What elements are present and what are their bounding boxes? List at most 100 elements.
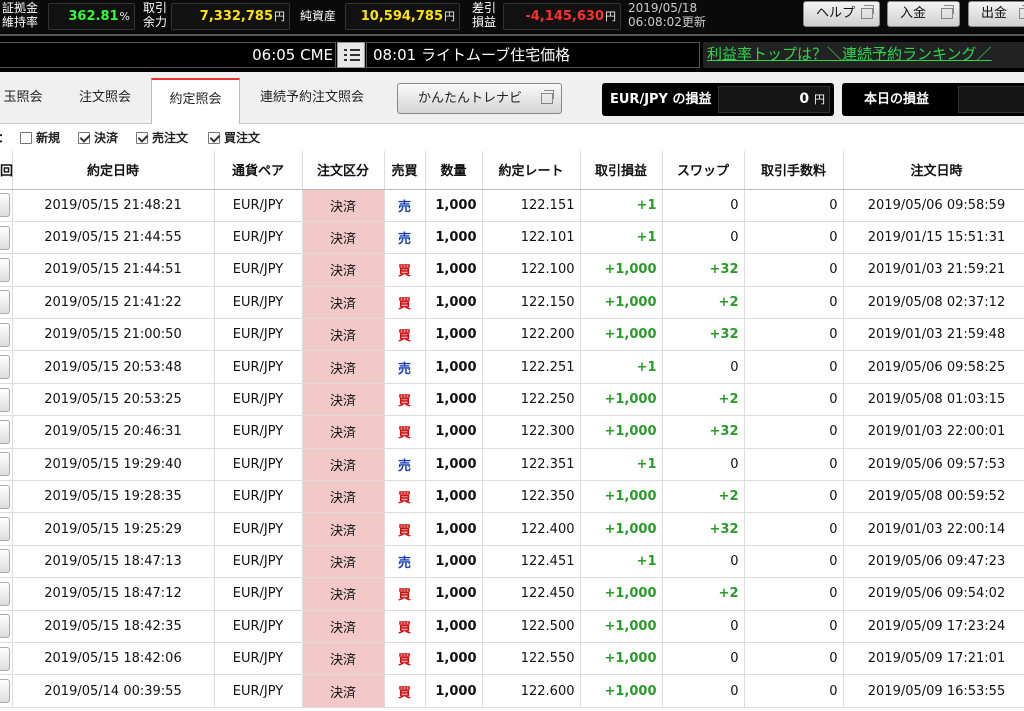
cell-exec-datetime: 2019/05/15 18:47:12 xyxy=(12,577,215,611)
header-order-datetime[interactable]: 注文日時 xyxy=(843,151,1024,190)
row-select-button[interactable] xyxy=(0,614,10,639)
filter-settle[interactable]: 決済 xyxy=(78,131,118,145)
table-row[interactable]: 2019/05/15 18:42:35 EUR/JPY 決済買 1,000 122.50… xyxy=(0,610,1024,643)
table-row[interactable]: 2019/05/15 21:44:55 EUR/JPY 決済売 1,000 122.10… xyxy=(0,221,1024,255)
header-fee[interactable]: 取引手数料 xyxy=(744,151,844,190)
cell-currency-pair: EUR/JPY xyxy=(214,642,303,676)
cell-quantity: 1,000 xyxy=(425,318,483,352)
cell-fee: 0 xyxy=(744,383,844,417)
header-exec-datetime[interactable]: 約定日時 xyxy=(12,151,215,190)
cell-fee: 0 xyxy=(744,448,844,482)
ticker-news-previous[interactable]: 06:05 CME xyxy=(0,42,336,68)
header-currency-pair[interactable]: 通貨ペア xyxy=(214,151,303,190)
tab-orders[interactable]: 注文照会 xyxy=(62,78,148,124)
help-button[interactable]: ヘルプ xyxy=(803,1,880,27)
header-select[interactable]: 回 xyxy=(0,151,13,190)
ticker-news-current[interactable]: 08:01 ライトムーブ住宅価格 xyxy=(366,42,700,68)
checkbox-buy[interactable] xyxy=(208,132,220,144)
row-select-button[interactable] xyxy=(0,193,10,218)
cell-currency-pair: EUR/JPY xyxy=(214,415,303,449)
header-swap[interactable]: スワップ xyxy=(662,151,745,190)
cell-side: 売 xyxy=(384,350,426,384)
row-select-button[interactable] xyxy=(0,549,10,574)
easy-trade-navi-button[interactable]: かんたんトレナビ xyxy=(397,83,562,114)
cell-order-datetime: 2019/05/06 09:47:23 xyxy=(843,545,1024,579)
row-select-button[interactable] xyxy=(0,225,10,250)
tab-continuous-orders[interactable]: 連続予約注文照会 xyxy=(246,78,378,124)
cell-exec-datetime: 2019/05/15 21:44:55 xyxy=(12,221,215,255)
table-row[interactable]: 2019/05/15 20:46:31 EUR/JPY 決済買 1,000 122.30… xyxy=(0,415,1024,449)
table-row[interactable]: 2019/05/15 21:48:21 EUR/JPY 決済売 1,000 122.15… xyxy=(0,189,1024,222)
cell-side: 買 xyxy=(384,253,426,287)
table-row[interactable]: 2019/05/15 19:28:35 EUR/JPY 決済買 1,000 122.35… xyxy=(0,480,1024,514)
table-row[interactable]: 2019/05/15 19:29:40 EUR/JPY 決済売 1,000 122.35… xyxy=(0,448,1024,482)
filter-buy[interactable]: 買注文 xyxy=(208,131,260,145)
table-row[interactable]: 2019/05/15 21:44:51 EUR/JPY 決済買 1,000 122.10… xyxy=(0,253,1024,287)
table-row[interactable]: 2019/05/15 18:42:06 EUR/JPY 決済買 1,000 122.55… xyxy=(0,642,1024,676)
table-row[interactable]: 2019/05/15 18:47:13 EUR/JPY 決済売 1,000 122.45… xyxy=(0,545,1024,579)
cell-swap: +2 xyxy=(662,383,745,417)
cell-order-type: 決済 xyxy=(302,318,385,352)
cell-currency-pair: EUR/JPY xyxy=(214,318,303,352)
row-select-button[interactable] xyxy=(0,419,10,444)
table-row[interactable]: 2019/05/15 19:25:29 EUR/JPY 決済買 1,000 122.40… xyxy=(0,512,1024,546)
deposit-button[interactable]: 入金 xyxy=(887,1,960,27)
cell-fee: 0 xyxy=(744,674,844,708)
cell-order-type: 決済 xyxy=(302,610,385,643)
table-row[interactable]: 2019/05/15 18:47:12 EUR/JPY 決済買 1,000 122.45… xyxy=(0,577,1024,611)
checkbox-settle[interactable] xyxy=(78,132,90,144)
margin-ratio-number: 362.81 xyxy=(68,9,119,24)
cell-order-datetime: 2019/05/09 17:21:01 xyxy=(843,642,1024,676)
tab-executions[interactable]: 約定照会 xyxy=(151,78,240,124)
tab-positions[interactable]: 玉照会 xyxy=(0,78,54,124)
cell-exec-rate: 122.350 xyxy=(482,480,581,514)
cell-exec-rate: 122.400 xyxy=(482,512,581,546)
checkbox-new[interactable] xyxy=(20,132,32,144)
cell-side: 買 xyxy=(384,674,426,708)
cell-side: 売 xyxy=(384,221,426,255)
news-ticker: 06:05 CME 08:01 ライトムーブ住宅価格 利益率トップは？＼連続予約… xyxy=(0,34,1024,72)
row-select-button[interactable] xyxy=(0,355,10,380)
cell-exec-datetime: 2019/05/15 19:29:40 xyxy=(12,448,215,482)
table-header-row: 回約定日時 通貨ペア 注文区分 売買 数量 約定レート 取引損益 スワップ 取引手数料 注文日時 xyxy=(0,151,1024,190)
popup-window-icon xyxy=(1019,5,1024,19)
table-row[interactable]: 2019/05/15 20:53:25 EUR/JPY 決済買 1,000 122.25… xyxy=(0,383,1024,417)
row-select-button[interactable] xyxy=(0,387,10,412)
row-select-button[interactable] xyxy=(0,290,10,315)
executions-table: 回約定日時 通貨ペア 注文区分 売買 数量 約定レート 取引損益 スワップ 取引手数料 注文日時 … xyxy=(0,151,1024,711)
header-exec-rate[interactable]: 約定レート xyxy=(482,151,581,190)
cell-exec-rate: 122.251 xyxy=(482,350,581,384)
withdraw-button[interactable]: 出金 xyxy=(968,1,1024,27)
cell-order-datetime: 2019/01/03 22:00:14 xyxy=(843,512,1024,546)
checkbox-sell[interactable] xyxy=(136,132,148,144)
news-list-icon[interactable] xyxy=(337,42,365,68)
cell-exec-rate: 122.600 xyxy=(482,674,581,708)
ranking-promo-link[interactable]: 利益率トップは？＼連続予約ランキング／ xyxy=(703,42,1024,68)
filter-bar: ： 新規 決済 売注文 買注文 xyxy=(0,125,1024,151)
cell-order-datetime: 2019/01/15 15:51:31 xyxy=(843,221,1024,255)
net-assets-unit: 円 xyxy=(444,10,455,23)
header-trade-pl[interactable]: 取引損益 xyxy=(580,151,663,190)
row-select-button[interactable] xyxy=(0,517,10,542)
row-select-button[interactable] xyxy=(0,322,10,347)
cell-trade-pl: +1 xyxy=(580,221,663,255)
row-select-button[interactable] xyxy=(0,679,10,704)
header-side[interactable]: 売買 xyxy=(384,151,426,190)
header-order-type[interactable]: 注文区分 xyxy=(302,151,385,190)
table-row[interactable]: 2019/05/14 00:39:55 EUR/JPY 決済買 1,000 122.60… xyxy=(0,674,1024,708)
row-select-button[interactable] xyxy=(0,452,10,477)
cell-trade-pl: +1,000 xyxy=(580,480,663,514)
table-row[interactable]: 2019/05/15 21:41:22 EUR/JPY 決済買 1,000 122.15… xyxy=(0,286,1024,320)
table-row[interactable]: 2019/05/15 20:53:48 EUR/JPY 決済売 1,000 122.25… xyxy=(0,350,1024,384)
filter-sell[interactable]: 売注文 xyxy=(136,131,188,145)
cell-exec-rate: 122.351 xyxy=(482,448,581,482)
row-select-button[interactable] xyxy=(0,581,10,606)
row-select-button[interactable] xyxy=(0,257,10,282)
filter-new[interactable]: 新規 xyxy=(20,131,60,145)
table-row[interactable]: 2019/05/15 21:00:50 EUR/JPY 決済買 1,000 122.20… xyxy=(0,318,1024,352)
row-select-button[interactable] xyxy=(0,646,10,671)
row-select-button[interactable] xyxy=(0,484,10,509)
cell-swap: 0 xyxy=(662,610,745,643)
header-quantity[interactable]: 数量 xyxy=(425,151,483,190)
cell-order-datetime: 2019/05/09 16:53:55 xyxy=(843,674,1024,708)
